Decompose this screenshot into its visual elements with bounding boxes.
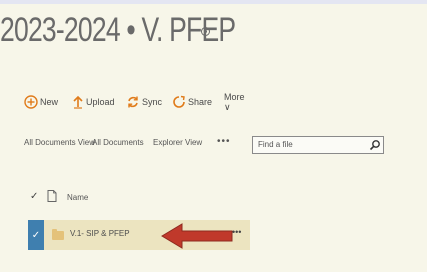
plus-circle-icon xyxy=(24,95,38,109)
view-all-documents[interactable]: All Documents xyxy=(92,138,144,147)
document-type-icon xyxy=(47,190,57,202)
views-more-button[interactable]: ••• xyxy=(217,136,231,147)
sync-button[interactable]: Sync xyxy=(126,91,162,113)
more-menu-button[interactable]: More ∨ xyxy=(224,91,245,113)
name-column-header[interactable]: Name xyxy=(67,193,88,202)
page-title-bar: 2023-2024 • V. PFEP xyxy=(0,4,302,56)
folder-icon xyxy=(52,229,64,240)
share-button[interactable]: Share xyxy=(172,91,212,113)
folder-name-link[interactable]: V.1- SIP & PFEP xyxy=(70,229,130,238)
view-explorer[interactable]: Explorer View xyxy=(153,138,202,147)
search-icon[interactable] xyxy=(369,139,381,151)
view-all-documents-view[interactable]: All Documents View xyxy=(24,138,95,147)
red-arrow-icon xyxy=(161,223,233,249)
info-circle-icon[interactable] xyxy=(201,27,210,36)
more-label: More ∨ xyxy=(224,91,245,112)
search-input[interactable]: Find a file xyxy=(252,136,384,154)
new-label: New xyxy=(40,97,59,107)
sync-label: Sync xyxy=(142,97,163,107)
share-icon xyxy=(173,95,185,108)
select-all-checkbox[interactable]: ✓ xyxy=(30,191,38,202)
page-title: 2023-2024 • V. PFEP xyxy=(0,10,236,49)
new-button[interactable]: New xyxy=(24,91,58,113)
upload-label: Upload xyxy=(86,97,115,107)
row-checkbox[interactable]: ✓ xyxy=(28,220,44,250)
share-label: Share xyxy=(188,97,213,107)
upload-arrow-icon xyxy=(73,95,83,109)
sync-icon xyxy=(128,96,138,108)
upload-button[interactable]: Upload xyxy=(72,91,115,113)
search-placeholder: Find a file xyxy=(258,140,293,149)
